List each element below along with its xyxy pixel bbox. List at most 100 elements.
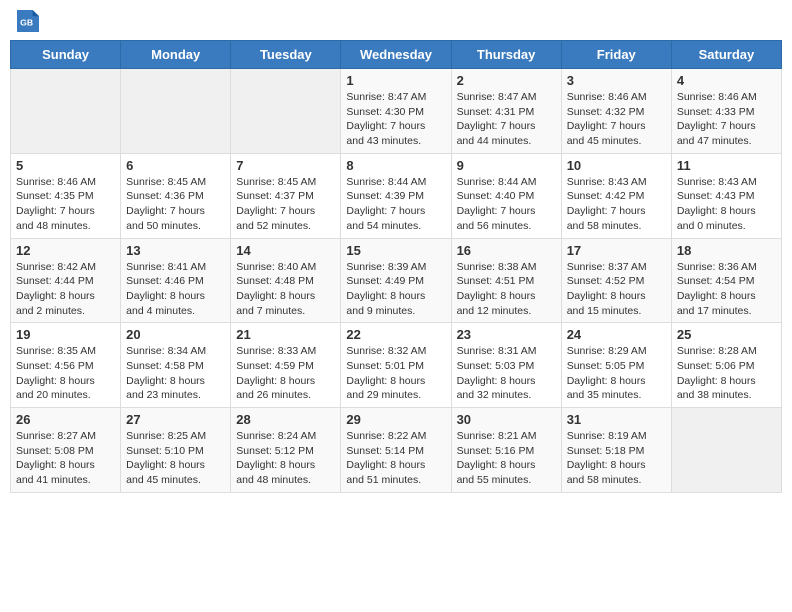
calendar-cell: 6Sunrise: 8:45 AMSunset: 4:36 PMDaylight… [121,153,231,238]
day-number: 29 [346,412,445,427]
cell-content-line: Daylight: 8 hours [16,289,115,304]
cell-content-line: Sunset: 5:01 PM [346,359,445,374]
calendar-cell [11,69,121,154]
cell-content-line: Daylight: 7 hours [457,119,556,134]
calendar-cell: 9Sunrise: 8:44 AMSunset: 4:40 PMDaylight… [451,153,561,238]
calendar-cell: 24 Sunrise: 8:29 AMSunset: 5:05 PMDayligh… [561,323,671,408]
calendar-cell: 4Sunrise: 8:46 AMSunset: 4:33 PMDaylight… [671,69,781,154]
cell-content-line: Sunset: 4:42 PM [567,189,666,204]
cell-content-line: Daylight: 8 hours [677,374,776,389]
day-number: 9 [457,158,556,173]
calendar-cell: 5Sunrise: 8:46 AMSunset: 4:35 PMDaylight… [11,153,121,238]
calendar-cell: 16Sunrise: 8:38 AMSunset: 4:51 PMDayligh… [451,238,561,323]
calendar-week-row: 26Sunrise: 8:27 AMSunset: 5:08 PMDayligh… [11,408,782,493]
cell-content-line: Sunrise: 8:45 AM [236,175,335,190]
calendar-cell: 18Sunrise: 8:36 AMSunset: 4:54 PMDayligh… [671,238,781,323]
cell-content-line: Sunrise: 8:29 AM [567,344,666,359]
cell-content-line: and 29 minutes. [346,388,445,403]
cell-content-line: Sunrise: 8:46 AM [677,90,776,105]
day-number: 18 [677,243,776,258]
day-number: 24 [567,327,666,342]
cell-content-line: and 35 minutes. [567,388,666,403]
cell-content-line: Sunrise: 8:32 AM [346,344,445,359]
cell-content-line: Sunset: 5:05 PM [567,359,666,374]
cell-content-line: and 23 minutes. [126,388,225,403]
day-number: 5 [16,158,115,173]
cell-content-line: Sunrise: 8:40 AM [236,260,335,275]
cell-content-line: Sunrise: 8:33 AM [236,344,335,359]
calendar-cell: 17Sunrise: 8:37 AMSunset: 4:52 PMDayligh… [561,238,671,323]
cell-content-line: Daylight: 8 hours [16,458,115,473]
day-number: 17 [567,243,666,258]
cell-content-line: Daylight: 7 hours [346,119,445,134]
calendar-cell [121,69,231,154]
cell-content-line: Sunset: 4:31 PM [457,105,556,120]
logo-icon: GB [14,10,42,32]
cell-content-line: Sunset: 5:06 PM [677,359,776,374]
cell-content-line: and 50 minutes. [126,219,225,234]
calendar-table: SundayMondayTuesdayWednesdayThursdayFrid… [10,40,782,493]
cell-content-line: and 12 minutes. [457,304,556,319]
calendar-cell: 25Sunrise: 8:28 AMSunset: 5:06 PMDayligh… [671,323,781,408]
cell-content-line: Daylight: 7 hours [346,204,445,219]
calendar-week-row: 5Sunrise: 8:46 AMSunset: 4:35 PMDaylight… [11,153,782,238]
cell-content-line: and 47 minutes. [677,134,776,149]
day-number: 8 [346,158,445,173]
cell-content-line: and 45 minutes. [126,473,225,488]
day-of-week-header: Saturday [671,41,781,69]
cell-content-line: Sunrise: 8:41 AM [126,260,225,275]
cell-content-line: Sunrise: 8:27 AM [16,429,115,444]
cell-content-line: Sunset: 4:36 PM [126,189,225,204]
cell-content-line: Daylight: 8 hours [16,374,115,389]
cell-content-line: and 41 minutes. [16,473,115,488]
cell-content-line: Sunset: 5:18 PM [567,444,666,459]
day-of-week-header: Monday [121,41,231,69]
day-number: 20 [126,327,225,342]
cell-content-line: Daylight: 7 hours [567,204,666,219]
cell-content-line: Daylight: 8 hours [567,374,666,389]
cell-content-line: Sunset: 5:12 PM [236,444,335,459]
cell-content-line: Sunset: 4:51 PM [457,274,556,289]
calendar-cell: 30Sunrise: 8:21 AMSunset: 5:16 PMDayligh… [451,408,561,493]
calendar-cell: 28Sunrise: 8:24 AMSunset: 5:12 PMDayligh… [231,408,341,493]
cell-content-line: Sunset: 4:43 PM [677,189,776,204]
cell-content-line: and 15 minutes. [567,304,666,319]
cell-content-line: Sunrise: 8:47 AM [346,90,445,105]
calendar-cell: 23Sunrise: 8:31 AMSunset: 5:03 PMDayligh… [451,323,561,408]
cell-content-line: Daylight: 8 hours [457,374,556,389]
svg-text:GB: GB [20,18,33,28]
cell-content-line: Sunrise: 8:38 AM [457,260,556,275]
cell-content-line: Sunrise: 8:43 AM [567,175,666,190]
day-number: 26 [16,412,115,427]
day-number: 14 [236,243,335,258]
day-number: 30 [457,412,556,427]
cell-content-line: and 2 minutes. [16,304,115,319]
day-of-week-header: Tuesday [231,41,341,69]
day-number: 19 [16,327,115,342]
cell-content-line: Sunset: 5:10 PM [126,444,225,459]
calendar-cell: 1Sunrise: 8:47 AMSunset: 4:30 PMDaylight… [341,69,451,154]
calendar-cell: 2Sunrise: 8:47 AMSunset: 4:31 PMDaylight… [451,69,561,154]
page-header: GB [10,10,782,32]
calendar-cell [671,408,781,493]
cell-content-line: and 56 minutes. [457,219,556,234]
cell-content-line: Sunrise: 8:25 AM [126,429,225,444]
day-number: 28 [236,412,335,427]
cell-content-line: Sunset: 4:59 PM [236,359,335,374]
cell-content-line: and 17 minutes. [677,304,776,319]
cell-content-line: Daylight: 8 hours [346,289,445,304]
cell-content-line: Sunrise: 8:22 AM [346,429,445,444]
cell-content-line: and 58 minutes. [567,219,666,234]
calendar-cell: 26Sunrise: 8:27 AMSunset: 5:08 PMDayligh… [11,408,121,493]
calendar-header-row: SundayMondayTuesdayWednesdayThursdayFrid… [11,41,782,69]
cell-content-line: Sunrise: 8:43 AM [677,175,776,190]
cell-content-line: Sunset: 4:40 PM [457,189,556,204]
cell-content-line: and 51 minutes. [346,473,445,488]
cell-content-line: and 32 minutes. [457,388,556,403]
cell-content-line: Daylight: 8 hours [677,289,776,304]
cell-content-line: and 44 minutes. [457,134,556,149]
cell-content-line: Sunrise: 8:44 AM [457,175,556,190]
calendar-cell: 12Sunrise: 8:42 AMSunset: 4:44 PMDayligh… [11,238,121,323]
cell-content-line: Sunrise: 8:47 AM [457,90,556,105]
cell-content-line: Sunrise: 8:31 AM [457,344,556,359]
